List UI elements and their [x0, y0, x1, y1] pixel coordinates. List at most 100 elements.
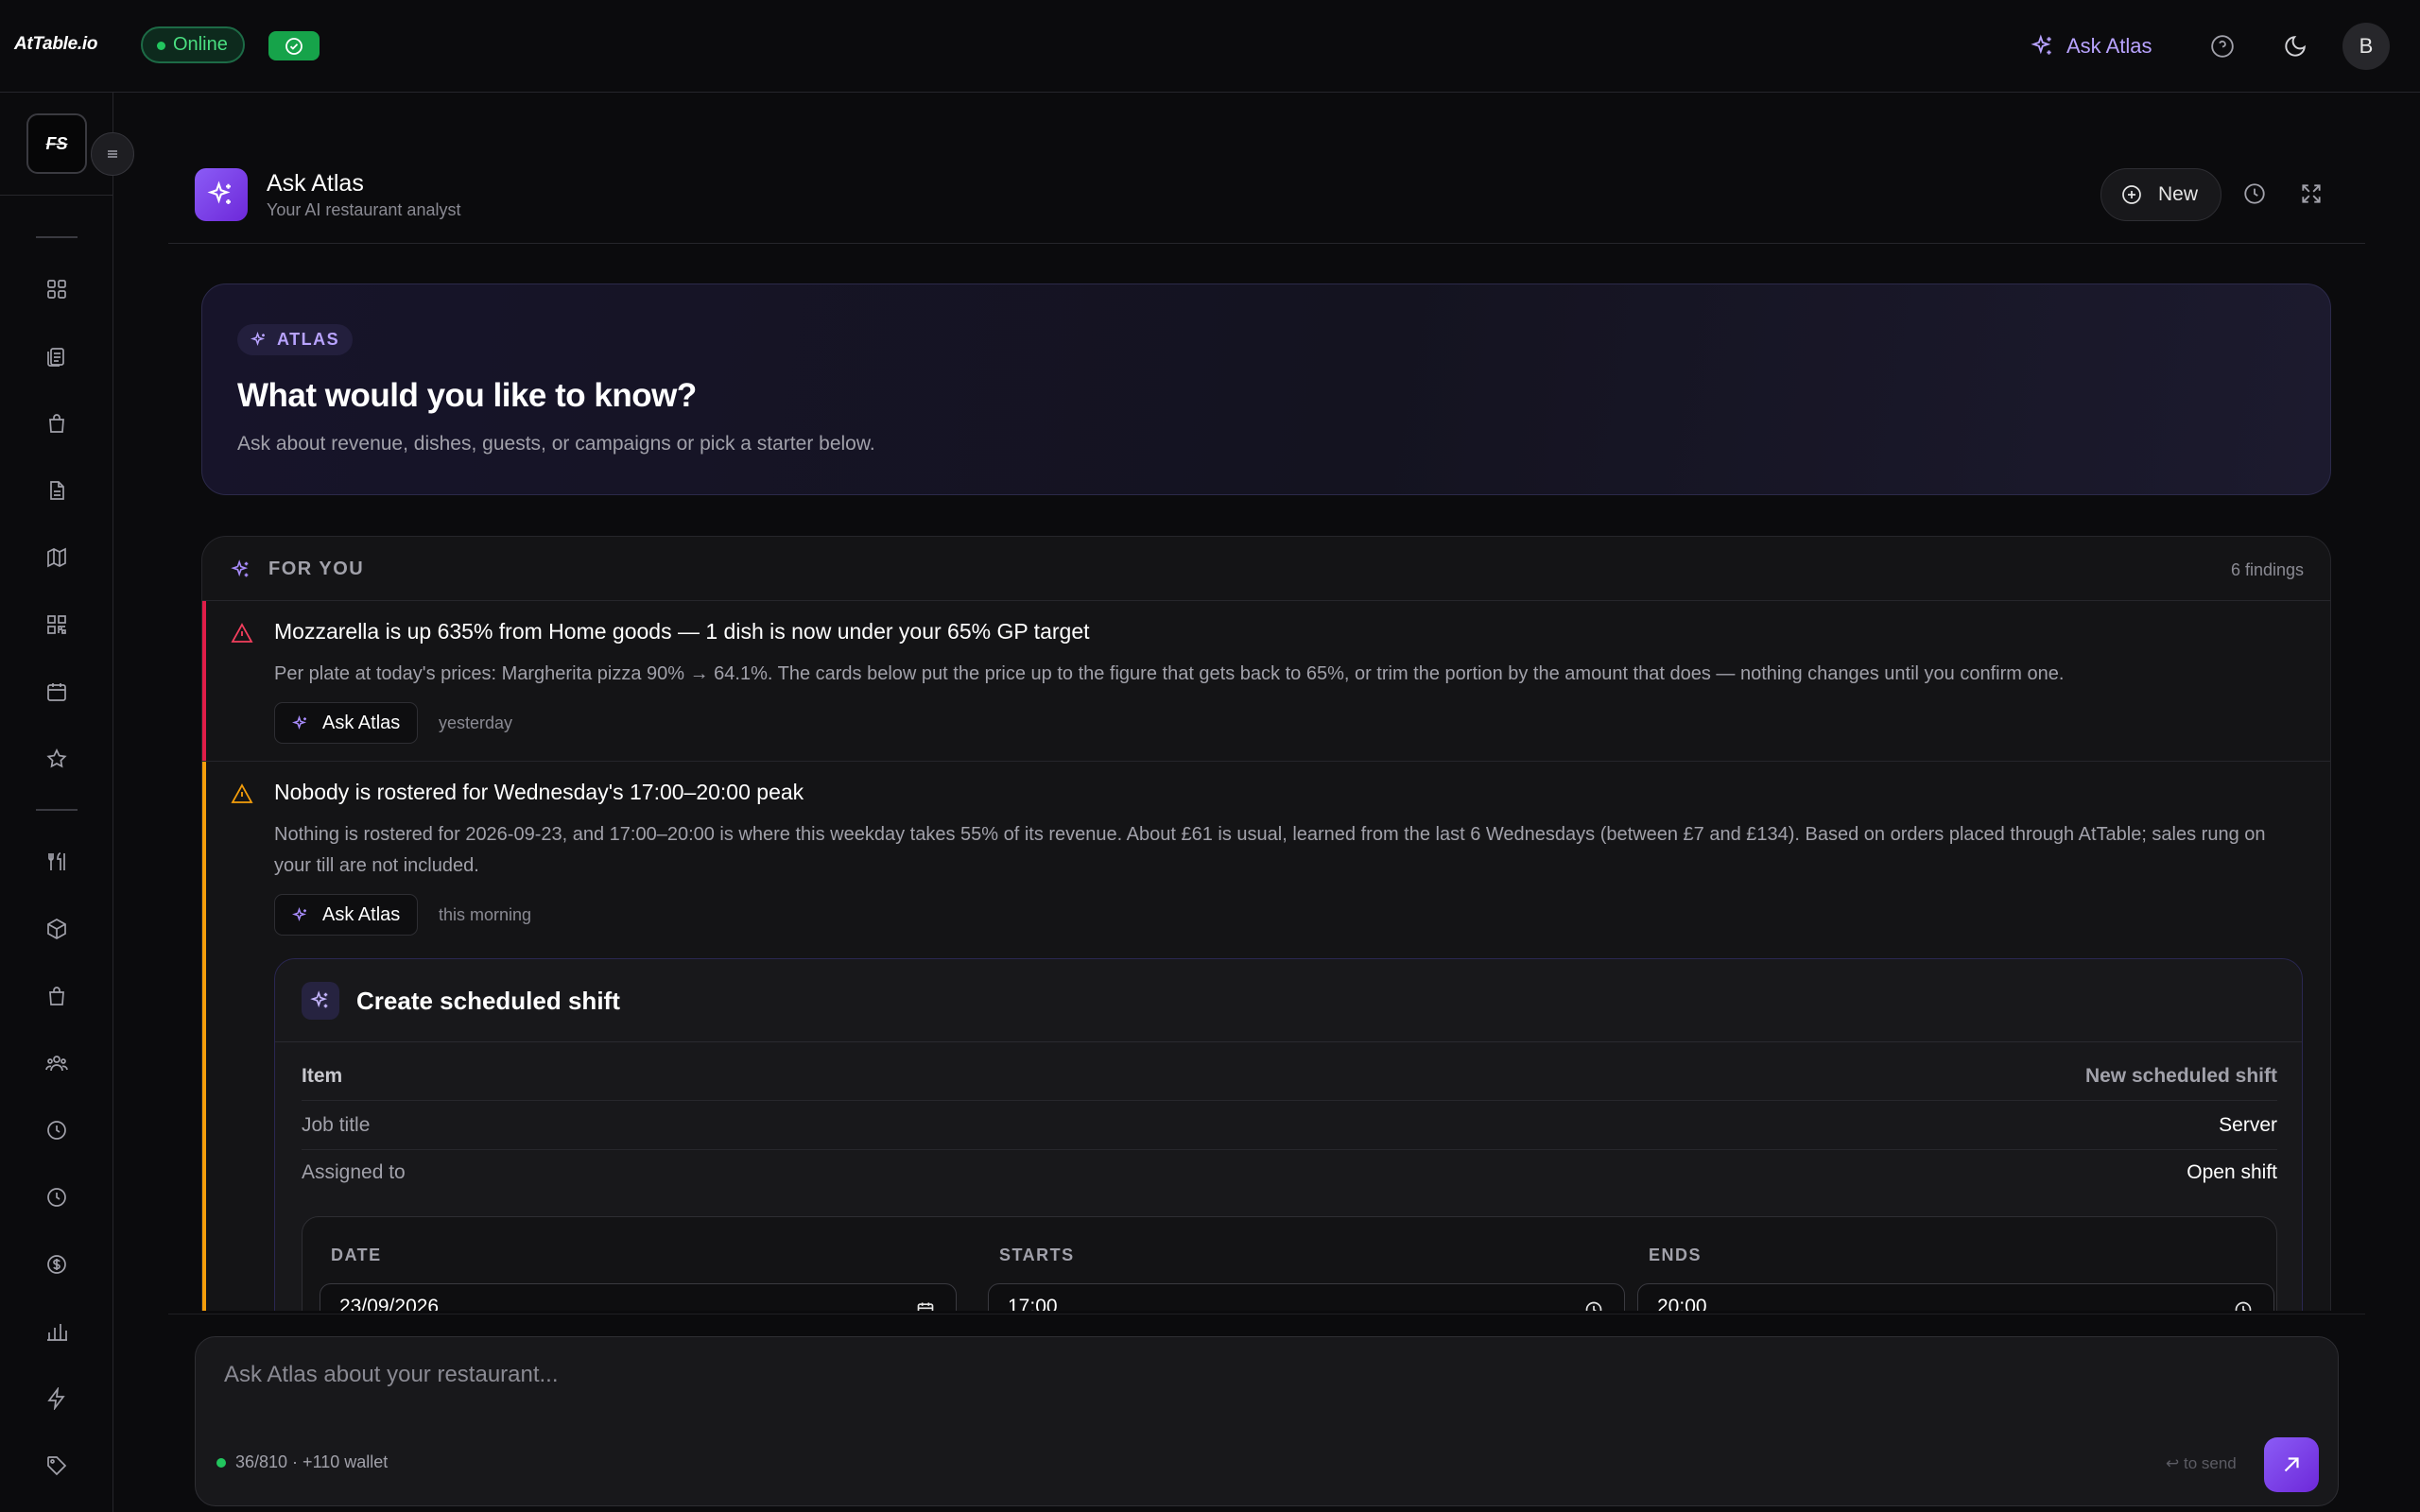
sidebar-item-floor-map[interactable] — [42, 542, 72, 573]
box-icon — [47, 919, 66, 939]
starts-input[interactable]: 17:00 — [988, 1283, 1625, 1311]
clock-icon — [47, 1121, 66, 1140]
alert-triangle-icon — [231, 783, 253, 803]
starts-label: STARTS — [999, 1246, 1075, 1264]
for-you-header: FOR YOU 6 findings — [202, 537, 2330, 601]
brand-logo-button[interactable]: FS — [26, 113, 87, 174]
menu-icon — [108, 150, 117, 158]
help-button[interactable] — [2206, 30, 2238, 62]
finding-body: Per plate at today's prices: Margherita … — [274, 663, 2065, 684]
atlas-tag: ATLAS — [237, 324, 354, 355]
shopping-bag-icon — [49, 414, 64, 433]
sidebar-item-timesheets[interactable] — [42, 1182, 72, 1212]
finding-title: Mozzarella is up 635% from Home goods — … — [274, 619, 1090, 644]
chat-composer: Ask Atlas about your restaurant... 36/81… — [195, 1336, 2339, 1506]
map-icon — [47, 547, 66, 568]
calendar-icon — [47, 683, 66, 701]
sparkles-icon — [2031, 34, 2051, 55]
hero-title: What would you like to know? — [237, 377, 697, 414]
app-logo[interactable]: AtTable.io — [14, 34, 97, 55]
alert-triangle-icon — [231, 623, 253, 643]
ends-input[interactable]: 20:00 — [1637, 1283, 2274, 1311]
sidebar-item-shop[interactable] — [42, 408, 72, 438]
utensils-icon — [48, 852, 65, 870]
expand-button[interactable] — [2297, 180, 2325, 208]
severity-bar — [202, 762, 206, 1311]
sidebar-divider — [36, 809, 78, 811]
sidebar-item-reports[interactable] — [42, 1316, 72, 1347]
chat-panel-header: Ask Atlas Your AI restaurant analyst New — [168, 142, 2365, 244]
findings-count: 6 findings — [2230, 560, 2304, 579]
status-dot — [157, 42, 165, 50]
severity-bar — [202, 601, 206, 761]
detail-value: Open shift — [2187, 1161, 2277, 1183]
bag-icon — [49, 987, 64, 1005]
sidebar-item-reservations[interactable] — [42, 677, 72, 707]
finding-body: Nothing is rostered for 2026-09-23, and … — [274, 824, 2266, 876]
tag-icon — [47, 1456, 67, 1476]
theme-toggle-button[interactable] — [2279, 30, 2311, 62]
send-button[interactable] — [2264, 1437, 2319, 1492]
sidebar-item-dashboard[interactable] — [42, 274, 72, 304]
sidebar-item-staff[interactable] — [42, 1048, 72, 1078]
finding-ask-atlas-label: Ask Atlas — [322, 904, 401, 925]
send-hint: ↩ to send — [2166, 1454, 2237, 1472]
online-status-pill[interactable]: Online — [141, 26, 245, 63]
finding-ask-atlas-button[interactable]: Ask Atlas — [274, 702, 419, 744]
expand-icon — [2302, 184, 2321, 203]
user-avatar[interactable]: B — [2342, 23, 2390, 70]
sidebar-item-inventory[interactable] — [42, 914, 72, 944]
date-label: DATE — [331, 1246, 382, 1264]
clipboard-icon — [47, 348, 64, 367]
new-chat-label: New — [2158, 183, 2199, 205]
sidebar-item-documents[interactable] — [42, 475, 72, 506]
finding-item: Mozzarella is up 635% from Home goods — … — [202, 601, 2330, 762]
help-circle-icon — [2211, 35, 2234, 58]
clock-icon — [2244, 183, 2265, 204]
date-value: 23/09/2026 — [339, 1296, 440, 1311]
finding-time: this morning — [439, 905, 532, 924]
create-shift-title: Create scheduled shift — [356, 987, 620, 1015]
detail-value: Server — [2219, 1114, 2277, 1136]
finding-time: yesterday — [439, 713, 513, 732]
bar-chart-icon — [47, 1324, 67, 1341]
status-label: Online — [173, 34, 228, 55]
date-input[interactable]: 23/09/2026 — [320, 1283, 957, 1311]
sidebar: FS — [0, 93, 134, 1512]
detail-row: Job title Server — [302, 1101, 2277, 1150]
sidebar-item-menu[interactable] — [42, 847, 72, 877]
new-chat-button[interactable]: New — [2100, 168, 2222, 221]
qr-code-icon — [47, 615, 66, 634]
sidebar-item-finance[interactable] — [42, 1249, 72, 1280]
atlas-hero-card: ATLAS What would you like to know? Ask a… — [201, 284, 2331, 495]
starts-field: STARTS 17:00 — [988, 1246, 1625, 1311]
panel-title: Ask Atlas — [267, 170, 364, 197]
create-shift-header: Create scheduled shift — [275, 959, 2302, 1042]
chat-input[interactable]: Ask Atlas about your restaurant... — [224, 1362, 559, 1388]
ends-label: ENDS — [1649, 1246, 1703, 1264]
top-bar: AtTable.io Online Ask Atlas B — [0, 0, 2420, 93]
sidebar-item-reviews[interactable] — [42, 744, 72, 774]
history-button[interactable] — [2240, 180, 2269, 208]
sync-status-button[interactable] — [268, 31, 320, 60]
starts-value: 17:00 — [1008, 1296, 1058, 1311]
usage-status: 36/810 · +110 wallet — [216, 1452, 388, 1472]
hero-subtitle: Ask about revenue, dishes, guests, or ca… — [237, 433, 875, 455]
check-circle-icon — [285, 38, 302, 55]
sidebar-item-qr-codes[interactable] — [42, 610, 72, 640]
grid-icon — [47, 280, 66, 299]
top-ask-atlas-button[interactable]: Ask Atlas — [2031, 32, 2152, 60]
sidebar-item-shifts[interactable] — [42, 1115, 72, 1145]
finding-title: Nobody is rostered for Wednesday's 17:00… — [274, 780, 804, 804]
sidebar-item-orders[interactable] — [42, 341, 72, 371]
document-icon — [50, 481, 64, 500]
finding-ask-atlas-button[interactable]: Ask Atlas — [274, 894, 419, 936]
sidebar-divider — [0, 195, 113, 196]
sidebar-item-purchasing[interactable] — [42, 981, 72, 1011]
detail-row: Item New scheduled shift — [302, 1052, 2277, 1101]
sidebar-toggle-button[interactable] — [91, 132, 134, 176]
history-icon — [47, 1188, 66, 1207]
sidebar-item-automations[interactable] — [42, 1383, 72, 1414]
sidebar-item-promotions[interactable] — [42, 1451, 72, 1481]
ends-value: 20:00 — [1657, 1296, 1707, 1311]
